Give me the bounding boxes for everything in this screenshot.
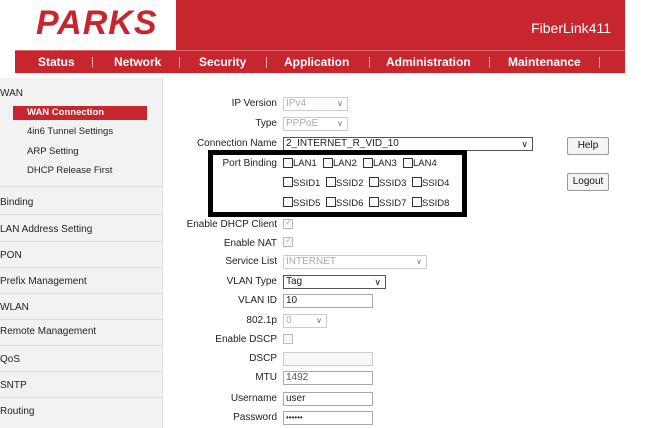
type-label: Type (255, 118, 277, 129)
chevron-down-icon: ∨ (316, 316, 322, 325)
ip-version-label: IP Version (231, 98, 277, 109)
password-label: Password (233, 412, 277, 423)
nav-separator: | (91, 56, 94, 68)
ip-version-value: IPv4 (286, 98, 307, 109)
product-name: FiberLink411 (531, 20, 611, 36)
sidebar-item-sntp[interactable]: SNTP (0, 380, 163, 391)
brand-logo: PARKS (36, 4, 158, 42)
dot1p-label: 802.1p (246, 315, 277, 326)
chevron-down-icon: ∨ (416, 257, 422, 266)
logout-button[interactable]: Logout (567, 173, 609, 191)
enable-nat-label: Enable NAT (223, 238, 277, 249)
logo-area: PARKS (0, 0, 176, 50)
ip-version-select[interactable]: IPv4 ∨ (283, 97, 348, 111)
service-list-value: INTERNET (286, 256, 336, 267)
nav-separator: | (598, 56, 601, 68)
enable-nat-checkbox[interactable] (283, 235, 293, 247)
dscp-label: DSCP (249, 353, 277, 364)
username-input[interactable]: user (283, 392, 373, 406)
mtu-input[interactable]: 1492 (283, 371, 373, 385)
sidebar-divider (0, 345, 163, 346)
tab-application[interactable]: Application (284, 55, 349, 69)
sidebar-divider (0, 397, 163, 398)
dscp-input[interactable] (283, 352, 373, 366)
chevron-down-icon: ∨ (521, 139, 528, 149)
sidebar-divider (0, 241, 163, 242)
vlan-type-label: VLAN Type (226, 276, 277, 287)
sidebar-item-pon[interactable]: PON (0, 250, 163, 261)
highlight-box (208, 150, 467, 217)
nav-separator: | (265, 56, 268, 68)
chevron-down-icon: ∨ (337, 119, 343, 128)
help-button[interactable]: Help (567, 137, 609, 155)
nav-separator: | (488, 56, 491, 68)
chevron-down-icon: ∨ (374, 277, 381, 287)
sidebar-item-binding[interactable]: Binding (0, 197, 163, 208)
sidebar-item-lan-address[interactable]: LAN Address Setting (0, 224, 163, 235)
header-bar: FiberLink411 (176, 0, 625, 50)
tab-administration[interactable]: Administration (386, 55, 471, 69)
sidebar-divider (0, 319, 163, 320)
chevron-down-icon: ∨ (337, 99, 343, 108)
sidebar-divider (0, 267, 163, 268)
enable-dhcp-client-checkbox[interactable] (283, 217, 293, 229)
mtu-label: MTU (255, 372, 277, 383)
enable-dhcp-client-label: Enable DHCP Client (186, 219, 277, 230)
sidebar-divider (0, 293, 163, 294)
sidebar-sub-arp-setting[interactable]: ARP Setting (27, 146, 79, 157)
sidebar-item-routing[interactable]: Routing (0, 406, 163, 417)
dot1p-value: 0 (286, 315, 292, 326)
sidebar-item-prefix-management[interactable]: Prefix Management (0, 276, 163, 287)
type-value: PPPoE (286, 118, 319, 129)
sidebar-divider (0, 186, 163, 187)
sidebar-divider (0, 371, 163, 372)
dot1p-select[interactable]: 0 ∨ (283, 314, 327, 328)
sidebar-sub-4in6-tunnel[interactable]: 4in6 Tunnel Settings (27, 126, 113, 137)
sidebar-item-wan[interactable]: WAN (0, 88, 163, 99)
type-select[interactable]: PPPoE ∨ (283, 117, 348, 131)
vlan-type-value: Tag (286, 276, 303, 287)
service-list-select[interactable]: INTERNET ∨ (283, 255, 427, 269)
vlan-type-select[interactable]: Tag ∨ (283, 275, 386, 289)
nav-separator: | (178, 56, 181, 68)
tab-status[interactable]: Status (38, 55, 75, 69)
enable-dscp-label: Enable DSCP (215, 334, 277, 345)
connection-name-select[interactable]: 2_INTERNET_R_VID_10 ∨ (283, 137, 533, 151)
sidebar-item-remote-management[interactable]: Remote Management (0, 326, 163, 337)
connection-name-label: Connection Name (196, 138, 277, 149)
vlan-id-input[interactable]: 10 (283, 294, 373, 308)
sidebar-sub-dhcp-release-first[interactable]: DHCP Release First (27, 165, 112, 176)
sidebar-divider (0, 214, 163, 215)
sidebar-item-wlan[interactable]: WLAN (0, 302, 163, 313)
vlan-id-label: VLAN ID (238, 295, 277, 306)
username-label: Username (230, 393, 277, 404)
enable-dscp-checkbox[interactable] (283, 334, 293, 344)
sidebar-item-qos[interactable]: QoS (0, 354, 163, 365)
nav-separator: | (368, 56, 371, 68)
tab-network[interactable]: Network (114, 55, 161, 69)
service-list-label: Service List (225, 256, 277, 267)
connection-name-value: 2_INTERNET_R_VID_10 (286, 138, 399, 149)
password-input[interactable]: •••••• (283, 411, 373, 425)
tab-maintenance[interactable]: Maintenance (508, 55, 581, 69)
router-admin-page: PARKS FiberLink411 Status | Network | Se… (0, 0, 649, 428)
sidebar-sub-wan-connection[interactable]: WAN Connection (13, 106, 147, 120)
tab-security[interactable]: Security (199, 55, 246, 69)
